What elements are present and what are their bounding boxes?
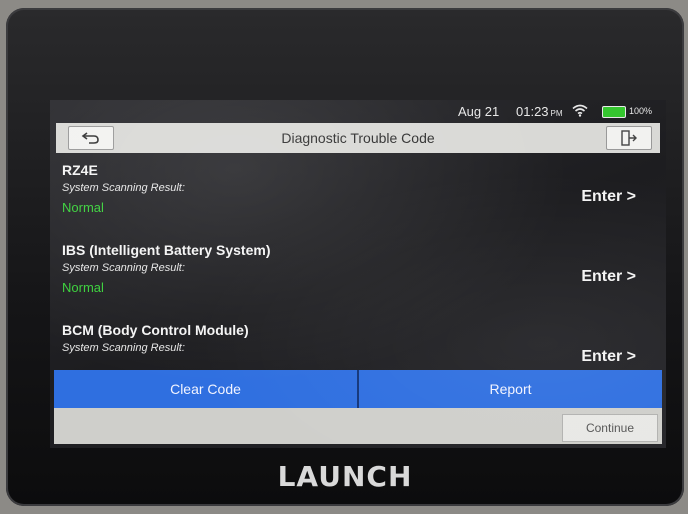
list-item: RZ4E System Scanning Result: Normal Ente… <box>62 158 654 238</box>
battery-percent: 100% <box>629 106 653 116</box>
wifi-icon <box>572 104 588 117</box>
clear-code-button[interactable]: Clear Code <box>54 370 359 408</box>
module-scan-label: System Scanning Result: <box>62 262 185 274</box>
status-bar: Aug 21 01:23 PM 100% <box>50 100 666 122</box>
brand-logo: LAUNCH <box>277 460 413 493</box>
module-name: BCM (Body Control Module) <box>62 322 249 338</box>
status-date: Aug 21 <box>458 104 500 119</box>
module-scan-label: System Scanning Result: <box>62 342 185 354</box>
battery-icon <box>602 106 626 118</box>
module-status: Normal <box>62 200 104 215</box>
enter-button[interactable]: Enter > <box>581 268 636 286</box>
report-button[interactable]: Report <box>359 370 662 408</box>
enter-button[interactable]: Enter > <box>581 348 636 366</box>
module-name: IBS (Intelligent Battery System) <box>62 242 271 258</box>
module-name: RZ4E <box>62 162 98 178</box>
continue-button[interactable]: Continue <box>562 414 658 442</box>
title-bar: Diagnostic Trouble Code <box>56 123 660 153</box>
action-bar: Clear Code Report <box>54 370 662 408</box>
module-scan-label: System Scanning Result: <box>62 182 185 194</box>
status-time: 01:23 PM <box>516 104 563 119</box>
exit-button[interactable] <box>606 126 652 150</box>
page-title: Diagnostic Trouble Code <box>281 130 435 146</box>
status-ampm: PM <box>550 109 563 118</box>
footer-bar: Continue <box>54 408 662 444</box>
exit-door-icon <box>621 130 637 146</box>
module-list: RZ4E System Scanning Result: Normal Ente… <box>62 158 654 398</box>
status-time-value: 01:23 <box>516 104 549 119</box>
module-status: Normal <box>62 280 104 295</box>
enter-button[interactable]: Enter > <box>581 188 636 206</box>
scanner-device: Aug 21 01:23 PM 100% Diagnostic Trouble C… <box>6 8 684 506</box>
screen: Aug 21 01:23 PM 100% Diagnostic Trouble C… <box>50 100 666 448</box>
list-item: IBS (Intelligent Battery System) System … <box>62 238 654 318</box>
